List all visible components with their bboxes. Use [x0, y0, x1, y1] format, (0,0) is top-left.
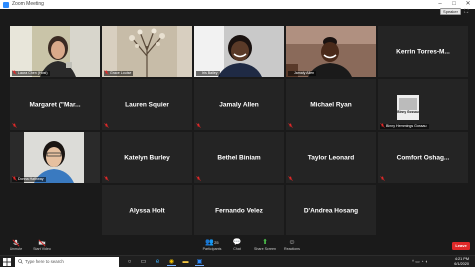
participant-name: Bethel Biniam: [217, 154, 261, 161]
mic-muted-icon: [380, 123, 385, 128]
meeting-toolbar: Unmute Start Video 👥25 Participants 💬 Ch…: [0, 235, 475, 255]
task-view-icon[interactable]: ○: [125, 258, 134, 266]
mic-muted-icon: [104, 70, 109, 75]
mic-muted-icon: [104, 123, 109, 128]
mic-muted-icon: [104, 176, 109, 181]
participant-tile[interactable]: Alyssa Holt: [102, 185, 192, 236]
window-title: Zoom Meeting: [12, 1, 44, 7]
participant-video: [10, 26, 100, 77]
participant-name: Alyssa Holt: [129, 207, 165, 214]
participant-tile[interactable]: Lauren Squier: [102, 79, 192, 130]
participant-tile[interactable]: Bethel Biniam: [194, 132, 284, 183]
mic-muted-icon: [12, 123, 17, 128]
share-screen-button[interactable]: ⬆ Share Screen: [251, 239, 279, 252]
fullscreen-icon[interactable]: ⛶: [464, 9, 471, 15]
system-tray[interactable]: ^ ▭ ◔ ◖: [412, 258, 428, 266]
mic-muted-icon: [196, 176, 201, 181]
participant-tile[interactable]: Fernando Velez: [194, 185, 284, 236]
participant-name: D'Andrea Hosang: [303, 207, 359, 214]
unmute-label: Unmute: [9, 247, 23, 251]
participant-tile[interactable]: Katelyn Burley: [102, 132, 192, 183]
participant-tile[interactable]: Michael Ryan: [286, 79, 376, 130]
participant-tile[interactable]: Binny Gossau Binny Hemmings Gossau: [378, 79, 468, 130]
participant-tile[interactable]: Jamaly Allen: [286, 26, 376, 77]
book-cover-title: Binny Gossau: [397, 110, 419, 114]
participant-video: [10, 132, 100, 183]
search-placeholder: Type here to search: [25, 259, 64, 264]
participant-tile[interactable]: Taylor Leonard: [286, 132, 376, 183]
start-video-label: Start Video: [33, 247, 51, 251]
edge-icon[interactable]: e: [153, 258, 162, 266]
mic-muted-icon: [288, 176, 293, 181]
chrome-icon[interactable]: ◉: [167, 258, 176, 266]
participant-name: Comfort Oshag...: [396, 154, 450, 161]
participant-name: Jamaly Allen: [219, 101, 259, 108]
participant-tile[interactable]: Kerrin Torres-M...: [378, 26, 468, 77]
participant-tile[interactable]: Margaret ("Mar...: [10, 79, 100, 130]
participant-video: [102, 26, 192, 77]
window-titlebar: Zoom Meeting – □ ✕: [0, 0, 475, 9]
taskbar-search-input[interactable]: Type here to search: [15, 257, 119, 267]
mic-muted-icon: [12, 176, 17, 181]
start-video-button[interactable]: Start Video: [28, 239, 56, 252]
participant-video: [194, 26, 284, 77]
windows-taskbar: Type here to search ○ ▭ e ◉ ▬ ▣ ^ ▭ ◔ ◖ …: [0, 255, 475, 267]
windows-start-icon[interactable]: [3, 258, 11, 266]
participant-tile[interactable]: Laura Chen (Host): [10, 26, 100, 77]
reactions-label: Reactions: [284, 247, 300, 251]
participants-label: Participants: [202, 247, 222, 251]
zoom-app-icon: [3, 1, 9, 8]
participant-tile[interactable]: D'Andrea Hosang: [286, 185, 376, 236]
participant-tile[interactable]: Jamaly Allen: [194, 79, 284, 130]
participant-name: Laura Chen (Host): [12, 71, 50, 76]
speaker-view-button[interactable]: Speaker View: [440, 8, 461, 19]
participant-name: Binny Hemmings Gossau: [380, 124, 429, 129]
participant-tile[interactable]: Grace Louise: [102, 26, 192, 77]
participant-name: Iris Bailey: [196, 71, 220, 76]
video-off-icon: [38, 239, 46, 247]
participant-name: Taylor Leonard: [307, 154, 355, 161]
book-cover-image: Binny Gossau: [378, 79, 468, 130]
participants-button[interactable]: 👥25 Participants: [198, 239, 226, 252]
file-explorer-icon[interactable]: ▬: [181, 258, 190, 266]
mic-muted-icon: [288, 123, 293, 128]
participant-name: Michael Ryan: [310, 101, 352, 108]
participant-name: Donna Hathway: [12, 177, 46, 182]
reactions-button[interactable]: ☺ Reactions: [278, 239, 306, 252]
close-button[interactable]: ✕: [461, 0, 475, 9]
participant-video: [286, 26, 376, 77]
participant-name: Katelyn Burley: [124, 154, 170, 161]
taskbar-clock[interactable]: 4:21 PM 6/1/2020: [454, 257, 469, 267]
chat-button[interactable]: 💬 Chat: [223, 239, 251, 252]
mic-muted-icon: [12, 239, 20, 247]
participant-name: Lauren Squier: [125, 101, 169, 108]
participant-name: Jamaly Allen: [288, 71, 317, 76]
unmute-button[interactable]: Unmute: [2, 239, 30, 252]
participants-count: 25: [214, 240, 219, 245]
clock-date: 6/1/2020: [454, 262, 469, 266]
leave-button[interactable]: Leave: [452, 242, 470, 250]
participant-name: Margaret ("Mar...: [29, 101, 81, 108]
mic-muted-icon: [380, 176, 385, 181]
search-icon: [18, 259, 23, 264]
participant-tile[interactable]: Donna Hathway: [10, 132, 100, 183]
participant-name: Fernando Velez: [215, 207, 263, 214]
participant-name: Kerrin Torres-M...: [396, 48, 450, 55]
task-switch-icon[interactable]: ▭: [139, 258, 148, 266]
participant-tile[interactable]: Comfort Oshag...: [378, 132, 468, 183]
gallery-view: Laura Chen (Host) Grace Louise Iris Bail…: [0, 16, 475, 236]
share-screen-label: Share Screen: [254, 247, 276, 251]
participants-icon: 👥25: [205, 239, 219, 246]
participant-tile[interactable]: Iris Bailey: [194, 26, 284, 77]
zoom-taskbar-icon[interactable]: ▣: [195, 258, 204, 266]
mic-muted-icon: [196, 123, 201, 128]
chat-label: Chat: [233, 247, 241, 251]
share-screen-icon: ⬆: [262, 239, 268, 246]
chat-icon: 💬: [232, 239, 242, 246]
reactions-icon: ☺: [288, 239, 296, 246]
mic-muted-icon: [12, 70, 17, 75]
